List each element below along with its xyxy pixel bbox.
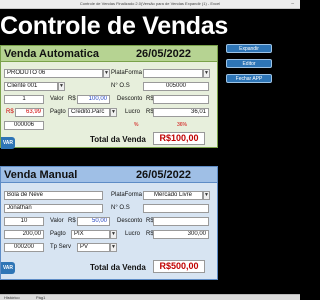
chevron-down-icon[interactable]: ▼ xyxy=(110,243,117,252)
total-sale-value: R$500,00 xyxy=(153,260,205,273)
client-field[interactable]: Jonathan xyxy=(4,204,103,213)
discount-label: Desconto xyxy=(117,96,143,102)
product-select[interactable]: PRODUTO 06 xyxy=(4,69,103,78)
sheet-tab-history[interactable]: Histórico xyxy=(4,295,20,300)
page-title: Controle de Vendas xyxy=(0,12,228,40)
chevron-down-icon[interactable]: ▼ xyxy=(203,191,210,200)
register-manual-sale-button[interactable]: VAR xyxy=(1,262,15,274)
chevron-down-icon[interactable]: ▼ xyxy=(110,108,117,117)
order-code-field[interactable]: 000006 xyxy=(4,121,44,130)
chevron-down-icon[interactable]: ▼ xyxy=(103,69,110,78)
price-currency: R$ xyxy=(68,96,76,102)
service-type-select[interactable]: PV xyxy=(77,243,110,252)
window-title: Controle de Vendas Finalizado 2.0(Versão… xyxy=(79,1,221,6)
chevron-down-icon[interactable]: ▼ xyxy=(203,69,210,78)
automatic-sale-panel: Venda Automatica 26/05/2022 PRODUTO 06 ▼… xyxy=(0,45,218,149)
manual-sale-title: Venda Manual xyxy=(4,169,78,181)
payment-label: Pagto xyxy=(50,109,66,115)
sheet-tab-page1[interactable]: Pág1 xyxy=(36,295,45,300)
minimize-icon[interactable]: – xyxy=(291,1,294,7)
profit-field: 36,01 xyxy=(153,108,209,117)
quantity-field[interactable]: 1 xyxy=(4,95,44,104)
automatic-sale-date: 26/05/2022 xyxy=(135,48,191,60)
payment-select[interactable]: PIX xyxy=(71,230,110,239)
cost-field[interactable]: 200,00 xyxy=(4,230,44,239)
profit-field: 300,00 xyxy=(153,230,209,239)
manual-sale-date: 26/05/2022 xyxy=(135,169,191,181)
manual-sale-panel: Venda Manual 26/05/2022 Bola de Neve Pla… xyxy=(0,166,218,280)
platform-label: PlataForma xyxy=(111,70,143,76)
platform-select[interactable]: Mercado Livre xyxy=(143,191,203,200)
margin-percent-left: % xyxy=(134,122,139,128)
price-currency: R$ xyxy=(68,218,76,224)
payment-label: Pagto xyxy=(50,231,66,237)
payment-select[interactable]: Credito.Parc xyxy=(68,108,110,117)
os-number-label: N° O.S xyxy=(111,205,130,211)
automatic-sale-title: Venda Automatica xyxy=(4,48,99,60)
total-sale-label: Total da Venda xyxy=(90,135,146,144)
discount-field[interactable] xyxy=(153,95,209,104)
platform-label: PlataForma xyxy=(111,192,143,198)
chevron-down-icon[interactable]: ▼ xyxy=(110,230,117,239)
price-label: Valor xyxy=(50,96,64,102)
profit-label: Lucro xyxy=(125,109,141,115)
order-code-field[interactable]: 000200 xyxy=(4,243,44,252)
product-field[interactable]: Bola de Neve xyxy=(4,191,103,200)
discount-label: Desconto xyxy=(117,218,143,224)
cost-currency: R$ xyxy=(6,109,14,115)
price-field[interactable]: 50,00 xyxy=(77,217,110,226)
expand-button[interactable]: Expandir xyxy=(226,44,272,53)
editor-button[interactable]: Editor xyxy=(226,59,272,68)
service-type-label: Tp Serv xyxy=(50,244,72,250)
os-number-label: N° O.S xyxy=(111,83,130,89)
automatic-sale-header: Venda Automatica 26/05/2022 xyxy=(1,46,217,62)
window-title-bar: Controle de Vendas Finalizado 2.0(Versão… xyxy=(0,0,300,9)
cost-field: 63,99 xyxy=(15,108,44,117)
client-select[interactable]: Cliente 001 xyxy=(4,82,58,91)
margin-percent-value: 36% xyxy=(177,122,188,128)
total-sale-value: R$100,00 xyxy=(153,132,205,145)
manual-sale-header: Venda Manual 26/05/2022 xyxy=(1,167,217,183)
close-app-button[interactable]: Fechar APP xyxy=(226,74,272,83)
profit-label: Lucro xyxy=(125,231,141,237)
quantity-field[interactable]: 10 xyxy=(4,217,44,226)
platform-select[interactable] xyxy=(143,69,203,78)
price-label: Valor xyxy=(50,218,64,224)
register-sale-button[interactable]: VAR xyxy=(1,137,15,149)
sheet-tabs: Histórico Pág1 xyxy=(0,294,300,300)
chevron-down-icon[interactable]: ▼ xyxy=(58,82,65,91)
discount-field[interactable] xyxy=(153,217,209,226)
os-number-field[interactable]: 005000 xyxy=(143,82,209,91)
price-field[interactable]: 100,00 xyxy=(77,95,110,104)
os-number-field[interactable] xyxy=(143,204,209,213)
total-sale-label: Total da Venda xyxy=(90,263,146,272)
